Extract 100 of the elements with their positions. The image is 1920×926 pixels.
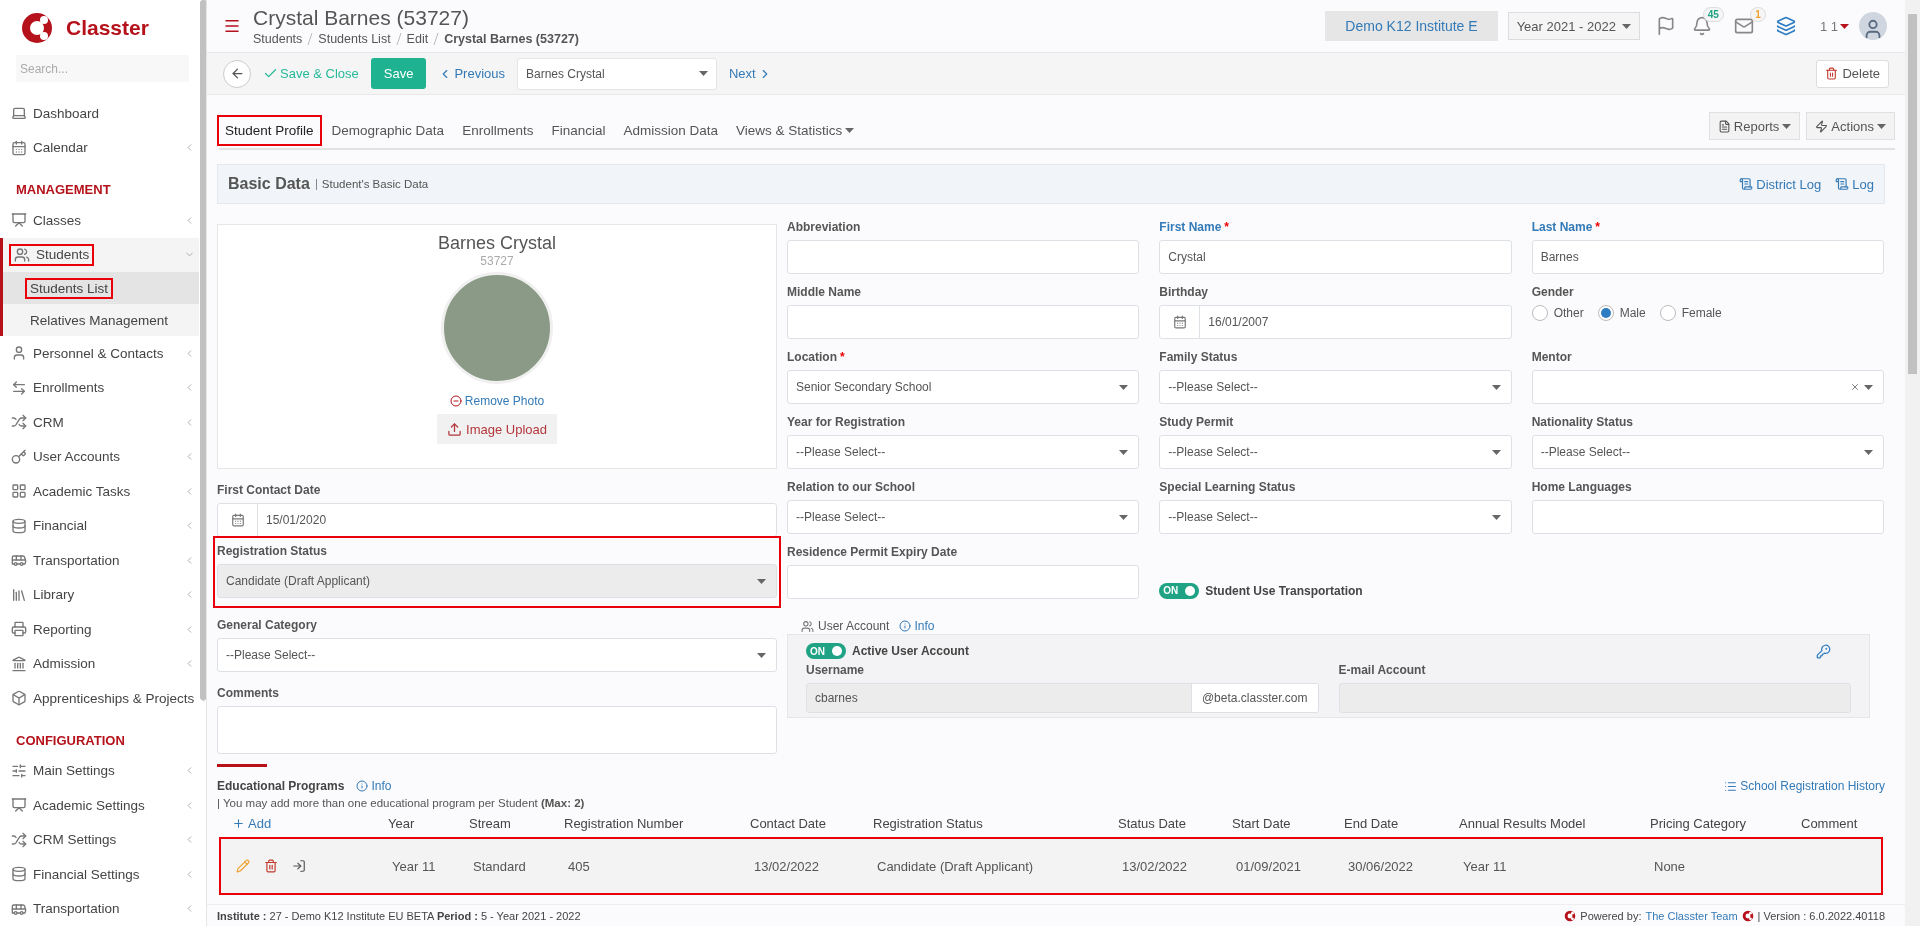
text-field[interactable] xyxy=(787,305,1140,339)
sidebar-item[interactable]: Apprenticeships & Projects xyxy=(0,681,199,716)
tab[interactable]: Enrollments xyxy=(456,117,540,144)
tab[interactable]: Admission Data xyxy=(617,117,724,144)
text-field[interactable] xyxy=(787,240,1140,274)
radio-option[interactable]: Female xyxy=(1659,305,1722,321)
version-text: | Version : 6.0.2022.40118 xyxy=(1757,909,1885,922)
delete-button[interactable]: Delete xyxy=(1816,59,1889,88)
add-link[interactable]: Add xyxy=(232,815,388,831)
sidebar-item[interactable]: Classes xyxy=(0,203,199,238)
actions-button[interactable]: Actions xyxy=(1806,112,1895,140)
select-field[interactable]: Senior Secondary School xyxy=(787,370,1140,404)
message-count: 1 xyxy=(1750,7,1766,22)
field-label: Mentor xyxy=(1531,350,1573,366)
sidebar-item[interactable]: Personnel & Contacts xyxy=(0,336,199,371)
comments-field[interactable] xyxy=(217,706,777,754)
sidebar-item[interactable]: Main Settings xyxy=(0,753,199,788)
breadcrumb-link[interactable]: Edit xyxy=(406,32,429,46)
sidebar-item[interactable]: Calendar xyxy=(0,130,199,165)
user-menu[interactable]: 1 1 xyxy=(1819,18,1849,34)
tab[interactable]: Views & Statistics xyxy=(730,117,861,144)
sidebar-item[interactable]: Academic Tasks xyxy=(0,474,199,509)
sidebar-item[interactable]: Enrollments xyxy=(0,370,199,405)
bank-icon xyxy=(11,655,27,672)
column-header: Registration Number xyxy=(564,815,685,831)
column-header: Status Date xyxy=(1118,815,1187,831)
sidebar-item[interactable]: Financial Settings xyxy=(0,857,199,892)
sidebar-item[interactable]: Dashboard xyxy=(0,96,199,131)
text-field[interactable]: Crystal xyxy=(1159,240,1512,274)
sidebar-item[interactable]: Transportation xyxy=(0,891,199,926)
select-field[interactable] xyxy=(1531,370,1884,404)
plus-icon xyxy=(232,816,245,830)
text-field[interactable] xyxy=(1531,500,1884,534)
image-upload-button[interactable]: Image Upload xyxy=(437,414,557,444)
text-field[interactable]: Barnes xyxy=(1531,240,1884,274)
sidebar-item[interactable]: Admission xyxy=(0,646,199,681)
field-label: Residence Permit Expiry Date xyxy=(787,545,959,561)
sidebar-subitem[interactable]: Students List xyxy=(3,272,199,304)
slash-icon xyxy=(307,33,314,45)
sliders-icon xyxy=(11,762,27,779)
previous-link[interactable]: Previous xyxy=(438,66,505,81)
field-label: Username xyxy=(806,663,866,679)
select-field[interactable]: --Please Select-- xyxy=(217,638,777,672)
log-link[interactable]: Log xyxy=(1835,176,1874,192)
reports-button[interactable]: Reports xyxy=(1708,112,1801,140)
back-button[interactable] xyxy=(223,59,251,88)
date-field[interactable]: 15/01/2020 xyxy=(217,503,777,537)
bell-icon xyxy=(1691,16,1712,36)
tab[interactable]: Financial xyxy=(545,117,612,144)
breadcrumb-link[interactable]: Students xyxy=(253,32,303,46)
select-field[interactable]: --Please Select-- xyxy=(1159,500,1512,534)
sidebar-item[interactable]: Students xyxy=(3,237,199,272)
scrollbar[interactable] xyxy=(1905,0,1920,926)
history-link[interactable]: School Registration History xyxy=(1724,779,1885,793)
sidebar-item[interactable]: Reporting xyxy=(0,612,199,647)
radio-option[interactable]: Other xyxy=(1531,305,1584,321)
laptop-icon xyxy=(11,105,27,122)
key-icon xyxy=(11,448,27,465)
team-link[interactable]: The Classter Team xyxy=(1645,909,1738,922)
select-field[interactable]: --Please Select-- xyxy=(787,500,1140,534)
tab[interactable]: Demographic Data xyxy=(325,117,451,144)
list-icon xyxy=(1724,779,1738,793)
sidebar-item[interactable]: Transportation xyxy=(0,543,199,578)
tab[interactable]: Student Profile xyxy=(219,117,320,144)
sidebar-item[interactable]: Financial xyxy=(0,508,199,543)
field-label: Location * xyxy=(787,350,846,366)
next-link[interactable]: Next xyxy=(729,66,772,81)
column-header: Stream xyxy=(469,815,512,831)
year-dropdown[interactable]: Year 2021 - 2022 xyxy=(1507,12,1640,40)
scrollbar[interactable] xyxy=(200,0,206,700)
log-link[interactable]: District Log xyxy=(1739,176,1822,192)
select-field[interactable]: --Please Select-- xyxy=(1159,370,1512,404)
field-label: Special Learning Status xyxy=(1159,480,1297,496)
sidebar-item[interactable]: User Accounts xyxy=(0,439,199,474)
sidebar-item[interactable]: CRM xyxy=(0,405,199,440)
avatar[interactable] xyxy=(1859,12,1887,40)
search-field[interactable]: Search... xyxy=(16,55,189,82)
text-field[interactable] xyxy=(787,565,1140,599)
shuffle-icon xyxy=(11,831,27,848)
institute-button[interactable]: Demo K12 Institute E xyxy=(1325,11,1498,41)
column-header: Pricing Category xyxy=(1650,815,1748,831)
sidebar-subitem[interactable]: Relatives Management xyxy=(3,304,199,336)
select-field[interactable]: --Please Select-- xyxy=(1531,435,1884,469)
section-heading: MANAGEMENT xyxy=(15,181,112,199)
sidebar-item[interactable]: Library xyxy=(0,577,199,612)
table-cell-text: 01/09/2021 xyxy=(1236,858,1303,874)
remove-photo-link[interactable]: Remove Photo xyxy=(449,394,545,408)
record-select[interactable]: Barnes Crystal xyxy=(517,57,717,90)
sidebar-item[interactable]: Academic Settings xyxy=(0,788,199,823)
sidebar-item[interactable]: CRM Settings xyxy=(0,822,199,857)
info-link[interactable]: Info xyxy=(356,779,392,793)
radio-option[interactable]: Male xyxy=(1597,305,1646,321)
breadcrumb-link[interactable]: Students List xyxy=(318,32,391,46)
table-cell-text: Candidate (Draft Applicant) xyxy=(877,858,1035,874)
breadcrumb-link[interactable]: Crystal Barnes (53727) xyxy=(444,32,579,46)
info-link[interactable]: Info xyxy=(899,619,935,633)
users-icon xyxy=(801,619,814,633)
select-field[interactable]: --Please Select-- xyxy=(1159,435,1512,469)
date-field[interactable]: 16/01/2007 xyxy=(1159,305,1512,339)
select-field[interactable]: --Please Select-- xyxy=(787,435,1140,469)
